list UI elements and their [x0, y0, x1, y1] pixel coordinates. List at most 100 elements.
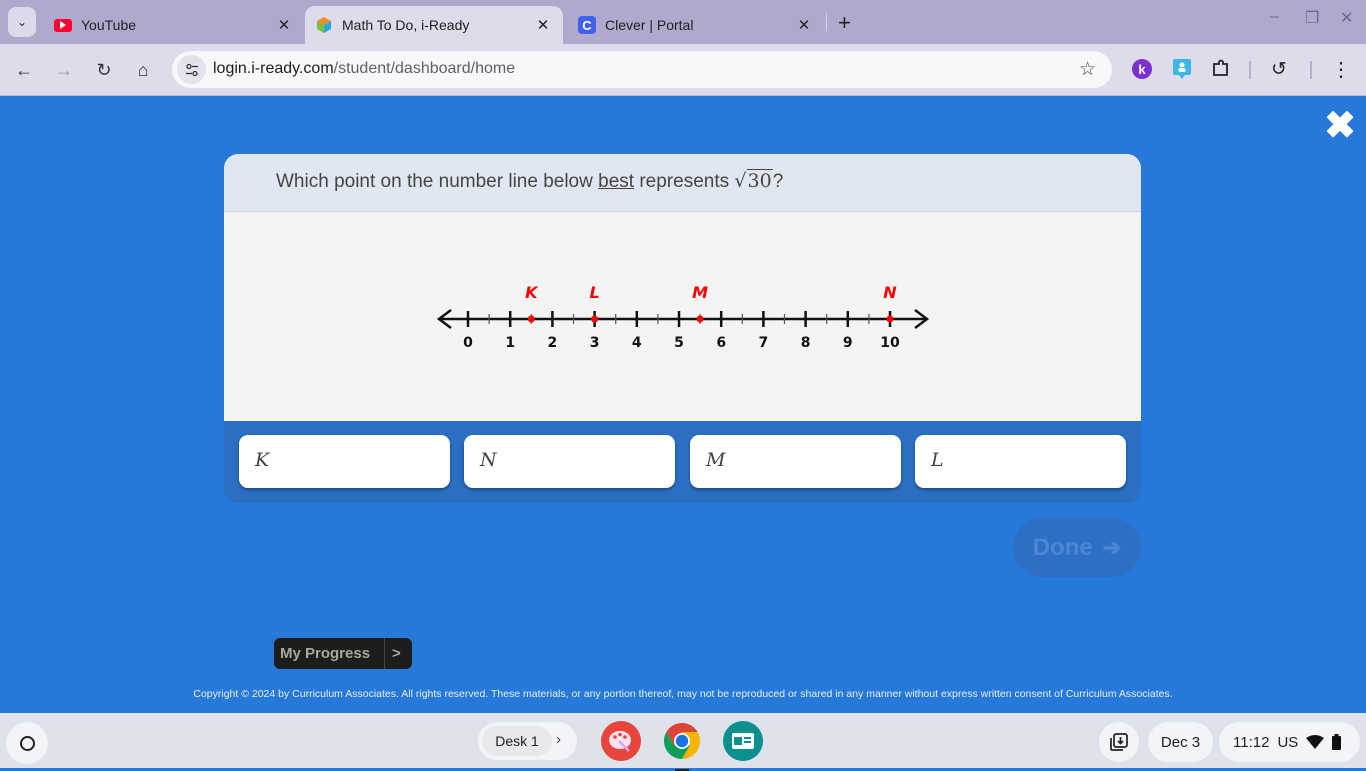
window-close-button[interactable]: ✕ [1340, 8, 1353, 28]
url-host: login.i-ready.com [213, 60, 334, 77]
number-line: 0 1 2 3 4 5 6 7 8 9 10 K L M N [436, 283, 930, 351]
toolbar-separator [1249, 61, 1251, 79]
answer-choice-k[interactable]: K [239, 435, 450, 488]
tab-search-button[interactable]: ⌄ [8, 7, 36, 37]
point-label-l: L [589, 283, 599, 302]
keyboard-locale: US [1277, 733, 1299, 751]
question-body: 0 1 2 3 4 5 6 7 8 9 10 K L M N [224, 212, 1141, 421]
tick-label: 3 [590, 335, 600, 351]
forward-button[interactable]: → [52, 58, 76, 82]
tab-clever[interactable]: C Clever | Portal ✕ [568, 6, 824, 44]
chevron-down-icon: ⌄ [16, 15, 28, 29]
tab-title: Clever | Portal [605, 17, 694, 33]
tick-label: 0 [463, 335, 473, 351]
home-icon: ⌂ [137, 59, 149, 80]
tab-separator [826, 13, 827, 31]
battery-icon [1332, 734, 1342, 750]
tab-title: YouTube [81, 17, 137, 33]
point-label-n: N [883, 283, 897, 302]
tick-label: 4 [632, 335, 642, 351]
answer-choice-l[interactable]: L [915, 435, 1126, 488]
date-text: Dec 3 [1160, 733, 1201, 751]
clever-icon: C [578, 16, 596, 34]
question-suffix: ? [772, 171, 784, 192]
question-header: Which point on the number line below bes… [224, 154, 1141, 212]
minimize-button[interactable]: – [1270, 8, 1279, 26]
clock-text: 11:12 [1233, 733, 1270, 751]
radical-symbol: √ [734, 170, 747, 192]
paint-app-icon[interactable] [601, 721, 641, 761]
my-progress-button[interactable]: My Progress > [274, 638, 412, 669]
arrow-right-icon: ➔ [1102, 534, 1122, 560]
question-prefix: Which point on the number line below [276, 171, 599, 192]
close-tab-icon[interactable]: ✕ [796, 16, 812, 34]
desk-switcher[interactable]: Desk 1 › [478, 722, 577, 760]
reload-button[interactable]: ↻ [92, 58, 116, 82]
toolbar-separator [1310, 61, 1312, 79]
desk-name: Desk 1 [482, 726, 552, 756]
chevron-right-icon: > [384, 638, 412, 669]
forward-arrow-icon: → [55, 59, 73, 80]
new-tab-button[interactable]: + [838, 10, 851, 36]
point-k [527, 315, 535, 323]
tab-strip: ⌄ YouTube ✕ Math To Do, i-Ready ✕ C Clev… [0, 0, 1366, 44]
chrome-app-icon[interactable] [662, 721, 702, 771]
tab-youtube[interactable]: YouTube ✕ [44, 6, 304, 44]
date-tray[interactable]: Dec 3 [1148, 722, 1213, 762]
os-shelf: Desk 1 › Dec 3 11:12 US [0, 713, 1366, 771]
browser-toolbar: ← → ↻ ⌂ login.i-ready.com/student/dashbo… [0, 44, 1366, 96]
browser-menu-icon[interactable]: ⋮ [1330, 58, 1352, 81]
reload-icon: ↻ [96, 59, 112, 80]
tab-title: Math To Do, i-Ready [342, 17, 470, 33]
status-tray[interactable]: 11:12 US [1219, 722, 1360, 762]
square-root-expression: √30 [734, 169, 773, 192]
point-m [696, 315, 704, 323]
point-n [886, 315, 894, 323]
extension-k-icon[interactable]: k [1131, 58, 1153, 80]
tick-label: 6 [716, 335, 726, 351]
address-bar[interactable]: login.i-ready.com/student/dashboard/home… [172, 51, 1112, 88]
wifi-icon [1306, 735, 1325, 749]
tab-iready[interactable]: Math To Do, i-Ready ✕ [305, 6, 563, 44]
tick-label: 7 [759, 335, 769, 351]
tray-download-icon [1110, 733, 1128, 751]
tick-label: 10 [880, 335, 900, 351]
my-progress-label: My Progress [280, 645, 371, 662]
question-card: Which point on the number line below bes… [224, 154, 1141, 503]
tick-label: 2 [548, 335, 558, 351]
youtube-icon [54, 18, 72, 32]
answer-choice-n[interactable]: N [464, 435, 675, 488]
tick-label: 8 [801, 335, 811, 351]
tick-label: 9 [843, 335, 853, 351]
close-tab-icon[interactable]: ✕ [535, 16, 551, 34]
extension-profile-icon[interactable] [1171, 58, 1193, 80]
site-info-icon[interactable] [177, 55, 206, 84]
iready-cube-icon [315, 16, 333, 34]
url-path: /student/dashboard/home [333, 60, 516, 77]
question-mid: represents [634, 171, 735, 192]
radicand: 30 [746, 169, 773, 192]
classroom-app-icon[interactable] [723, 721, 763, 761]
copyright-notice: Copyright © 2024 by Curriculum Associate… [193, 688, 1173, 700]
extensions-puzzle-icon[interactable] [1210, 58, 1232, 80]
bookmark-star-icon[interactable]: ☆ [1079, 58, 1096, 81]
restore-button[interactable]: ❐ [1305, 8, 1319, 28]
question-emphasis: best [598, 171, 635, 192]
close-lesson-icon[interactable]: ✖ [1322, 107, 1358, 145]
answer-choices: K N M L [224, 421, 1141, 503]
history-icon[interactable]: ↺ [1268, 58, 1290, 80]
chevron-right-icon: › [556, 731, 561, 748]
holding-space-button[interactable] [1099, 722, 1139, 762]
url-text[interactable]: login.i-ready.com/student/dashboard/home [213, 60, 515, 78]
point-label-m: M [692, 283, 708, 302]
point-label-k: K [525, 283, 539, 302]
tick-label: 1 [505, 335, 515, 351]
back-button[interactable]: ← [12, 58, 36, 82]
done-label: Done [1032, 533, 1093, 561]
home-button[interactable]: ⌂ [131, 58, 155, 82]
launcher-circle-icon [19, 735, 35, 751]
done-button[interactable]: Done ➔ [1013, 518, 1141, 577]
close-tab-icon[interactable]: ✕ [276, 16, 292, 34]
answer-choice-m[interactable]: M [690, 435, 901, 488]
launcher-button[interactable] [6, 722, 48, 764]
